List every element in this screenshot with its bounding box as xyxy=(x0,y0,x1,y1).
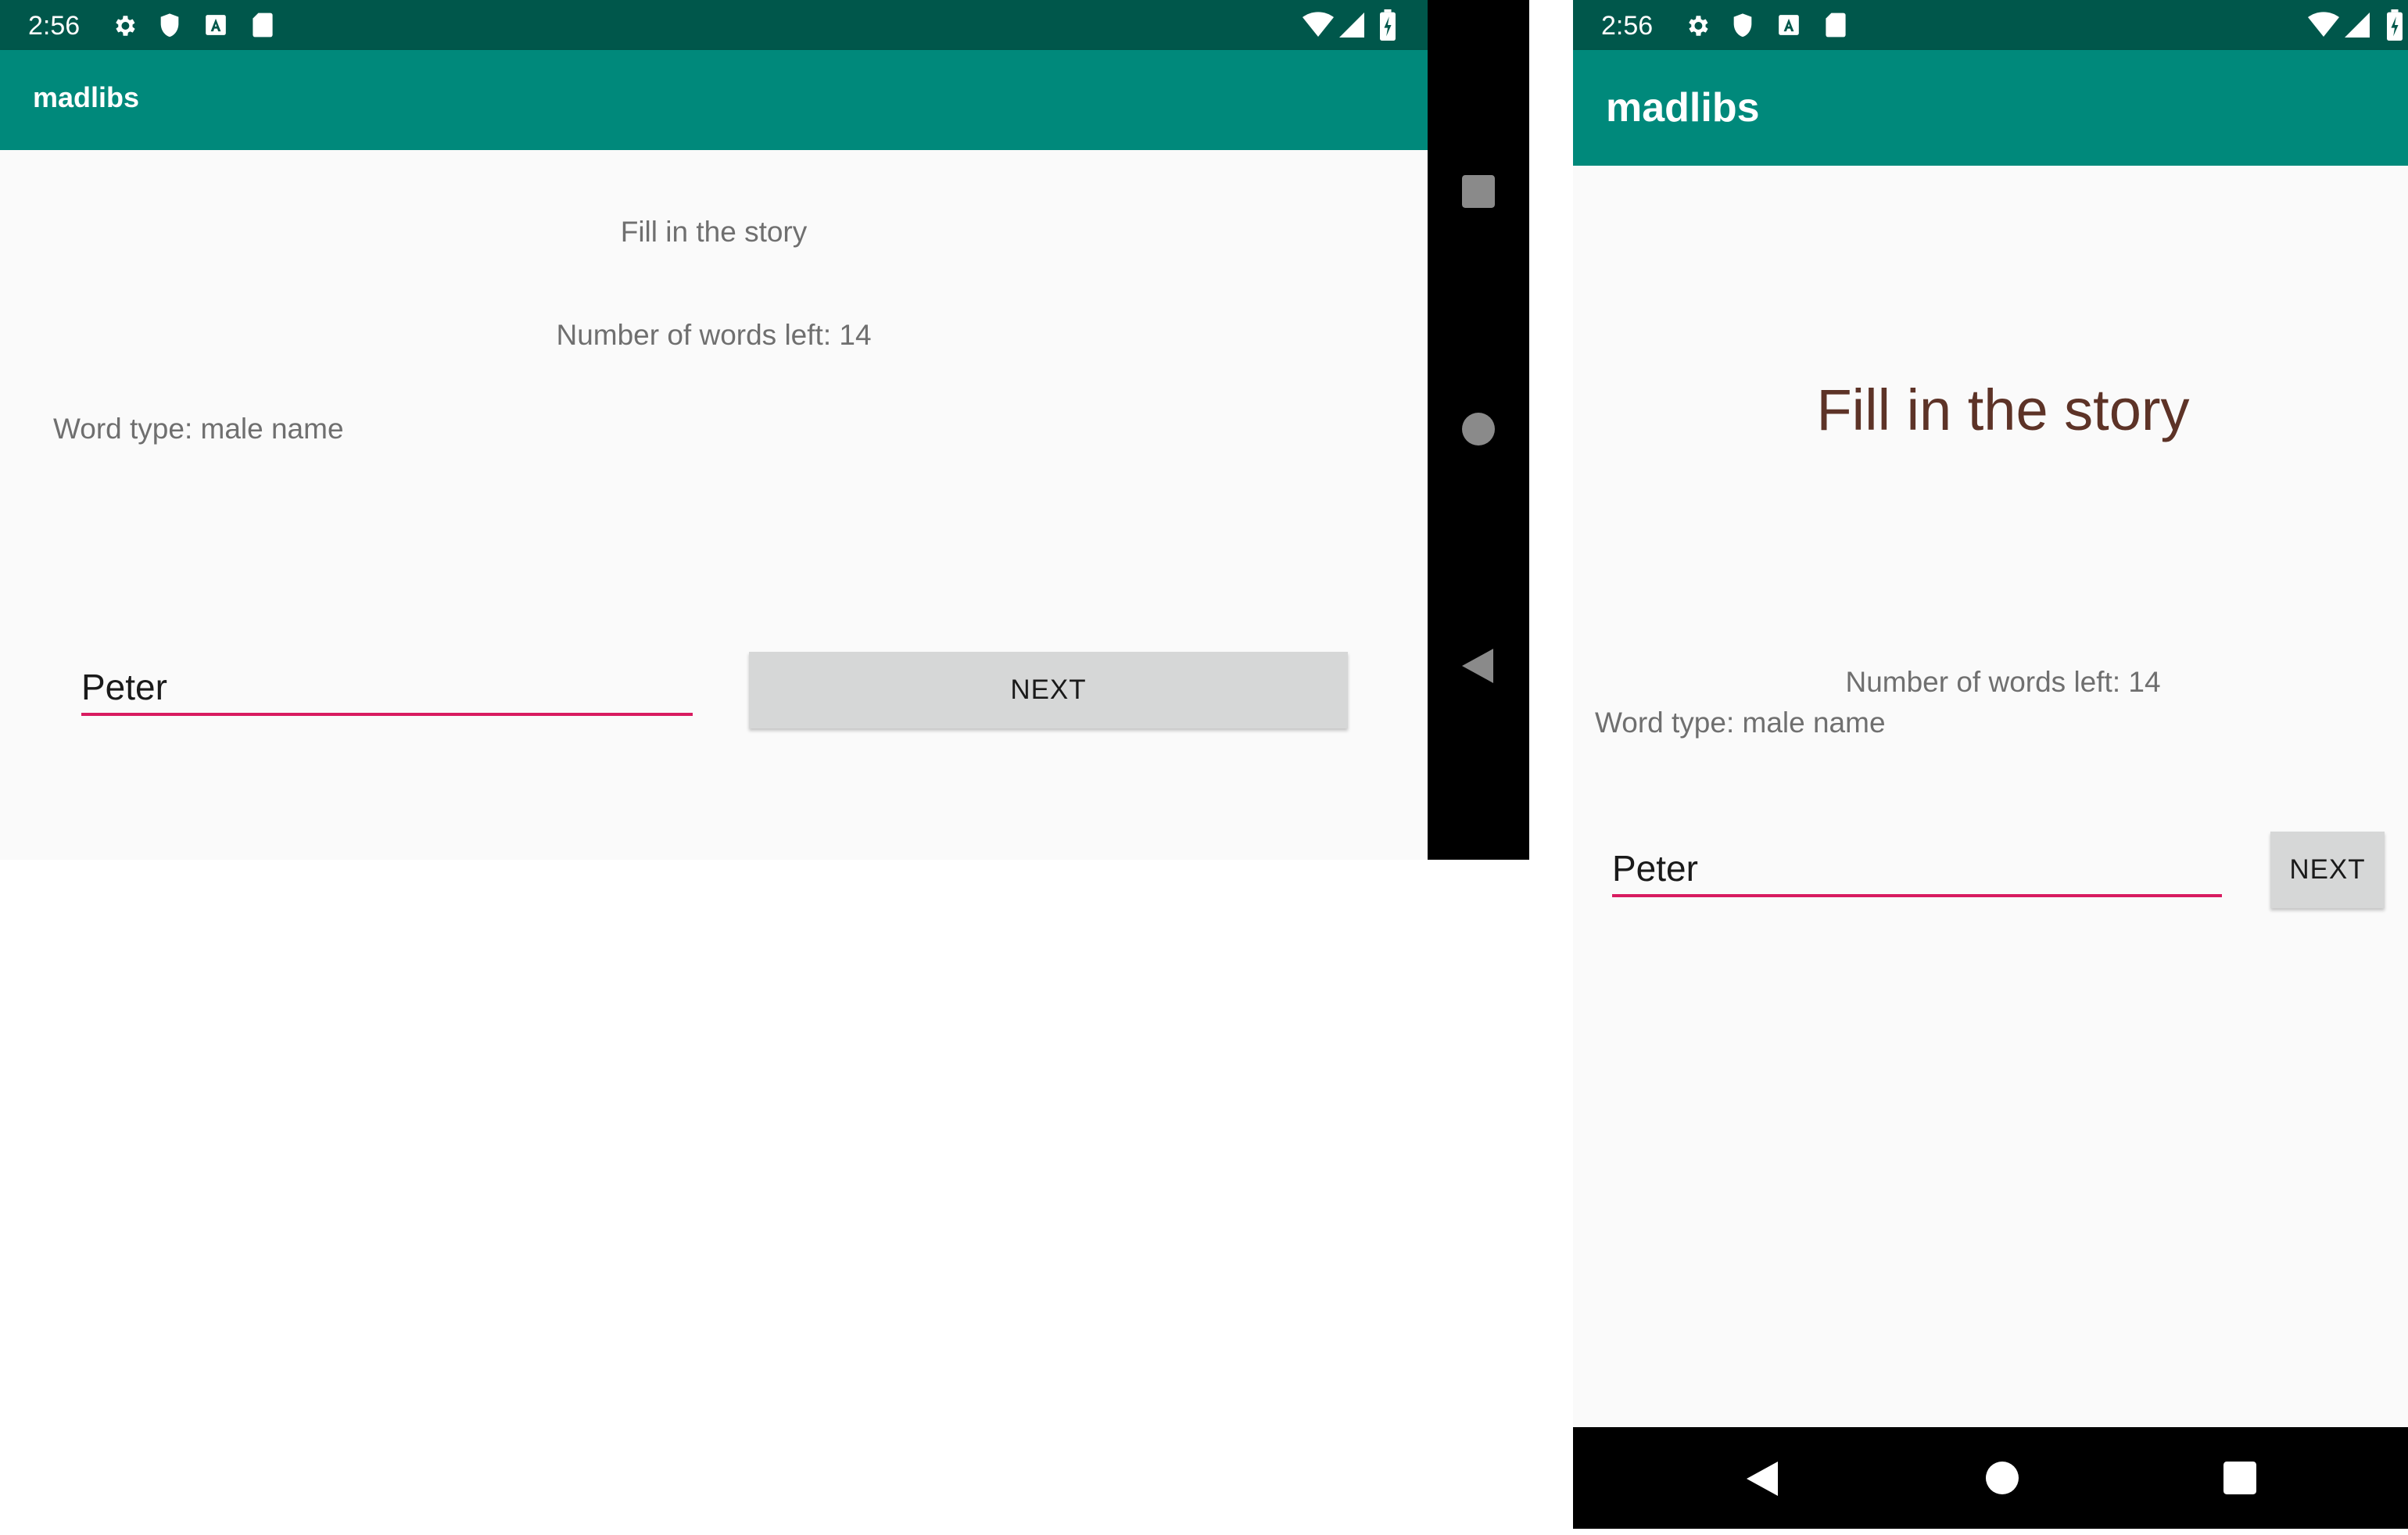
settings-icon xyxy=(111,13,138,39)
portrait-screen: 2:56 madlibs Fill in the story Number of… xyxy=(1573,0,2408,1529)
words-left-label: Number of words left: 14 xyxy=(556,319,872,351)
shield-icon xyxy=(158,13,181,39)
wifi-icon xyxy=(1303,12,1334,38)
app-bar: madlibs xyxy=(0,50,1428,150)
landscape-screen: 2:56 madlibs Fill in the story Number of… xyxy=(0,0,1529,860)
signal-icon xyxy=(1338,13,1365,38)
next-button-label: NEXT xyxy=(1010,674,1087,705)
wifi-icon xyxy=(2308,12,2339,38)
recents-icon[interactable] xyxy=(2223,1462,2256,1494)
content-area: Fill in the story Number of words left: … xyxy=(0,150,1428,860)
sd-card-icon xyxy=(252,12,274,38)
word-type-label: Word type: male name xyxy=(53,413,344,445)
word-type-label: Word type: male name xyxy=(1595,707,1886,739)
content-area: Fill in the story Number of words left: … xyxy=(1573,166,2408,1427)
sd-card-icon xyxy=(1825,12,1847,38)
status-time: 2:56 xyxy=(1601,11,1654,41)
app-bar: madlibs xyxy=(1573,50,2408,166)
settings-icon xyxy=(1684,13,1711,39)
home-icon[interactable] xyxy=(1462,413,1495,445)
shield-icon xyxy=(1731,13,1754,39)
recents-icon[interactable] xyxy=(1462,175,1495,208)
back-icon[interactable] xyxy=(1462,649,1493,683)
word-input[interactable] xyxy=(1612,843,2222,897)
app-title: madlibs xyxy=(1606,85,1760,131)
word-input[interactable] xyxy=(81,661,693,716)
home-icon[interactable] xyxy=(1986,1462,2019,1494)
signal-icon xyxy=(2344,13,2370,38)
a-badge-icon xyxy=(205,14,227,36)
words-left-label: Number of words left: 14 xyxy=(1845,666,2161,698)
next-button[interactable]: NEXT xyxy=(749,652,1348,728)
battery-charging-icon xyxy=(2386,9,2403,41)
app-title: madlibs xyxy=(33,81,140,113)
story-heading: Fill in the story xyxy=(1816,377,2190,442)
status-bar: 2:56 xyxy=(1573,0,2408,50)
navigation-bar xyxy=(1573,1427,2408,1529)
status-time: 2:56 xyxy=(28,11,81,41)
battery-charging-icon xyxy=(1379,9,1396,41)
a-badge-icon xyxy=(1778,14,1800,36)
back-icon[interactable] xyxy=(1747,1462,1778,1496)
navigation-bar xyxy=(1428,0,1529,860)
next-button[interactable]: NEXT xyxy=(2270,832,2385,908)
story-heading: Fill in the story xyxy=(620,216,808,248)
next-button-label: NEXT xyxy=(2289,854,2366,885)
status-bar: 2:56 xyxy=(0,0,1428,50)
